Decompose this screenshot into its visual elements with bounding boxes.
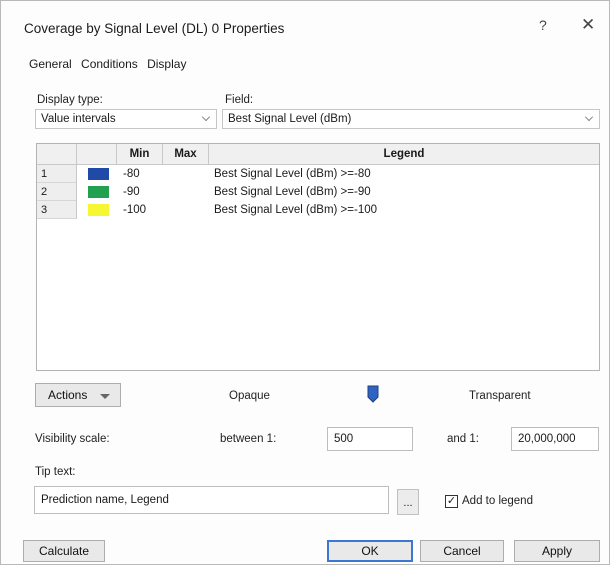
chevron-down-icon (202, 113, 210, 121)
intervals-table[interactable]: Min Max Legend 1 -80 Best Signal Level (… (36, 143, 600, 371)
color-swatch[interactable] (88, 186, 109, 198)
row-number: 2 (37, 183, 77, 201)
tab-conditions[interactable]: Conditions (81, 57, 138, 71)
header-legend[interactable]: Legend (209, 144, 599, 164)
table-header: Min Max Legend (37, 144, 599, 165)
properties-dialog: Coverage by Signal Level (DL) 0 Properti… (0, 0, 610, 565)
tip-text-input[interactable]: Prediction name, Legend (34, 486, 389, 514)
display-type-label: Display type: (37, 94, 103, 106)
field-value: Best Signal Level (dBm) (228, 113, 352, 125)
add-to-legend-label[interactable]: Add to legend (462, 495, 533, 507)
transparent-label: Transparent (469, 390, 531, 402)
min-value[interactable]: -90 (123, 183, 140, 201)
field-label: Field: (225, 94, 254, 106)
transparency-slider-handle[interactable] (367, 385, 379, 403)
add-to-legend-checkbox[interactable]: ✓ (445, 495, 458, 508)
close-button[interactable]: ✕ (581, 15, 595, 35)
color-swatch[interactable] (88, 168, 109, 180)
tab-display[interactable]: Display (147, 57, 186, 71)
header-row-num (37, 144, 77, 164)
display-type-value: Value intervals (41, 113, 116, 125)
actions-label: Actions (48, 388, 88, 402)
visibility-max-input[interactable]: 20,000,000 (511, 427, 599, 451)
min-value[interactable]: -80 (123, 165, 140, 183)
window-title: Coverage by Signal Level (DL) 0 Properti… (24, 21, 285, 36)
tab-bar: General Conditions Display (29, 57, 192, 71)
min-value[interactable]: -100 (123, 201, 146, 219)
legend-value[interactable]: Best Signal Level (dBm) >=-90 (214, 183, 371, 201)
header-color (77, 144, 117, 164)
tab-general[interactable]: General (29, 57, 72, 71)
row-number: 1 (37, 165, 77, 183)
tip-text-label: Tip text: (35, 466, 76, 478)
display-type-select[interactable]: Value intervals (35, 109, 217, 129)
row-number: 3 (37, 201, 77, 219)
between-label: between 1: (220, 433, 277, 445)
header-max[interactable]: Max (163, 144, 209, 164)
caret-down-icon (100, 394, 110, 399)
table-row[interactable]: 2 -90 Best Signal Level (dBm) >=-90 (37, 183, 599, 201)
table-row[interactable]: 3 -100 Best Signal Level (dBm) >=-100 (37, 201, 599, 219)
title-bar: Coverage by Signal Level (DL) 0 Properti… (1, 1, 609, 41)
ok-button[interactable]: OK (327, 540, 413, 562)
help-button[interactable]: ? (539, 17, 547, 33)
header-min[interactable]: Min (117, 144, 163, 164)
visibility-scale-label: Visibility scale: (35, 433, 110, 445)
apply-button[interactable]: Apply (514, 540, 600, 562)
legend-value[interactable]: Best Signal Level (dBm) >=-100 (214, 201, 377, 219)
calculate-button[interactable]: Calculate (23, 540, 105, 562)
table-row[interactable]: 1 -80 Best Signal Level (dBm) >=-80 (37, 165, 599, 183)
chevron-down-icon (585, 113, 593, 121)
opaque-label: Opaque (229, 390, 270, 402)
actions-button[interactable]: Actions (35, 383, 121, 407)
field-select[interactable]: Best Signal Level (dBm) (222, 109, 600, 129)
color-swatch[interactable] (88, 204, 109, 216)
cancel-button[interactable]: Cancel (420, 540, 504, 562)
tip-browse-button[interactable]: ... (397, 489, 419, 515)
and-label: and 1: (447, 433, 479, 445)
visibility-min-input[interactable]: 500 (327, 427, 413, 451)
legend-value[interactable]: Best Signal Level (dBm) >=-80 (214, 165, 371, 183)
